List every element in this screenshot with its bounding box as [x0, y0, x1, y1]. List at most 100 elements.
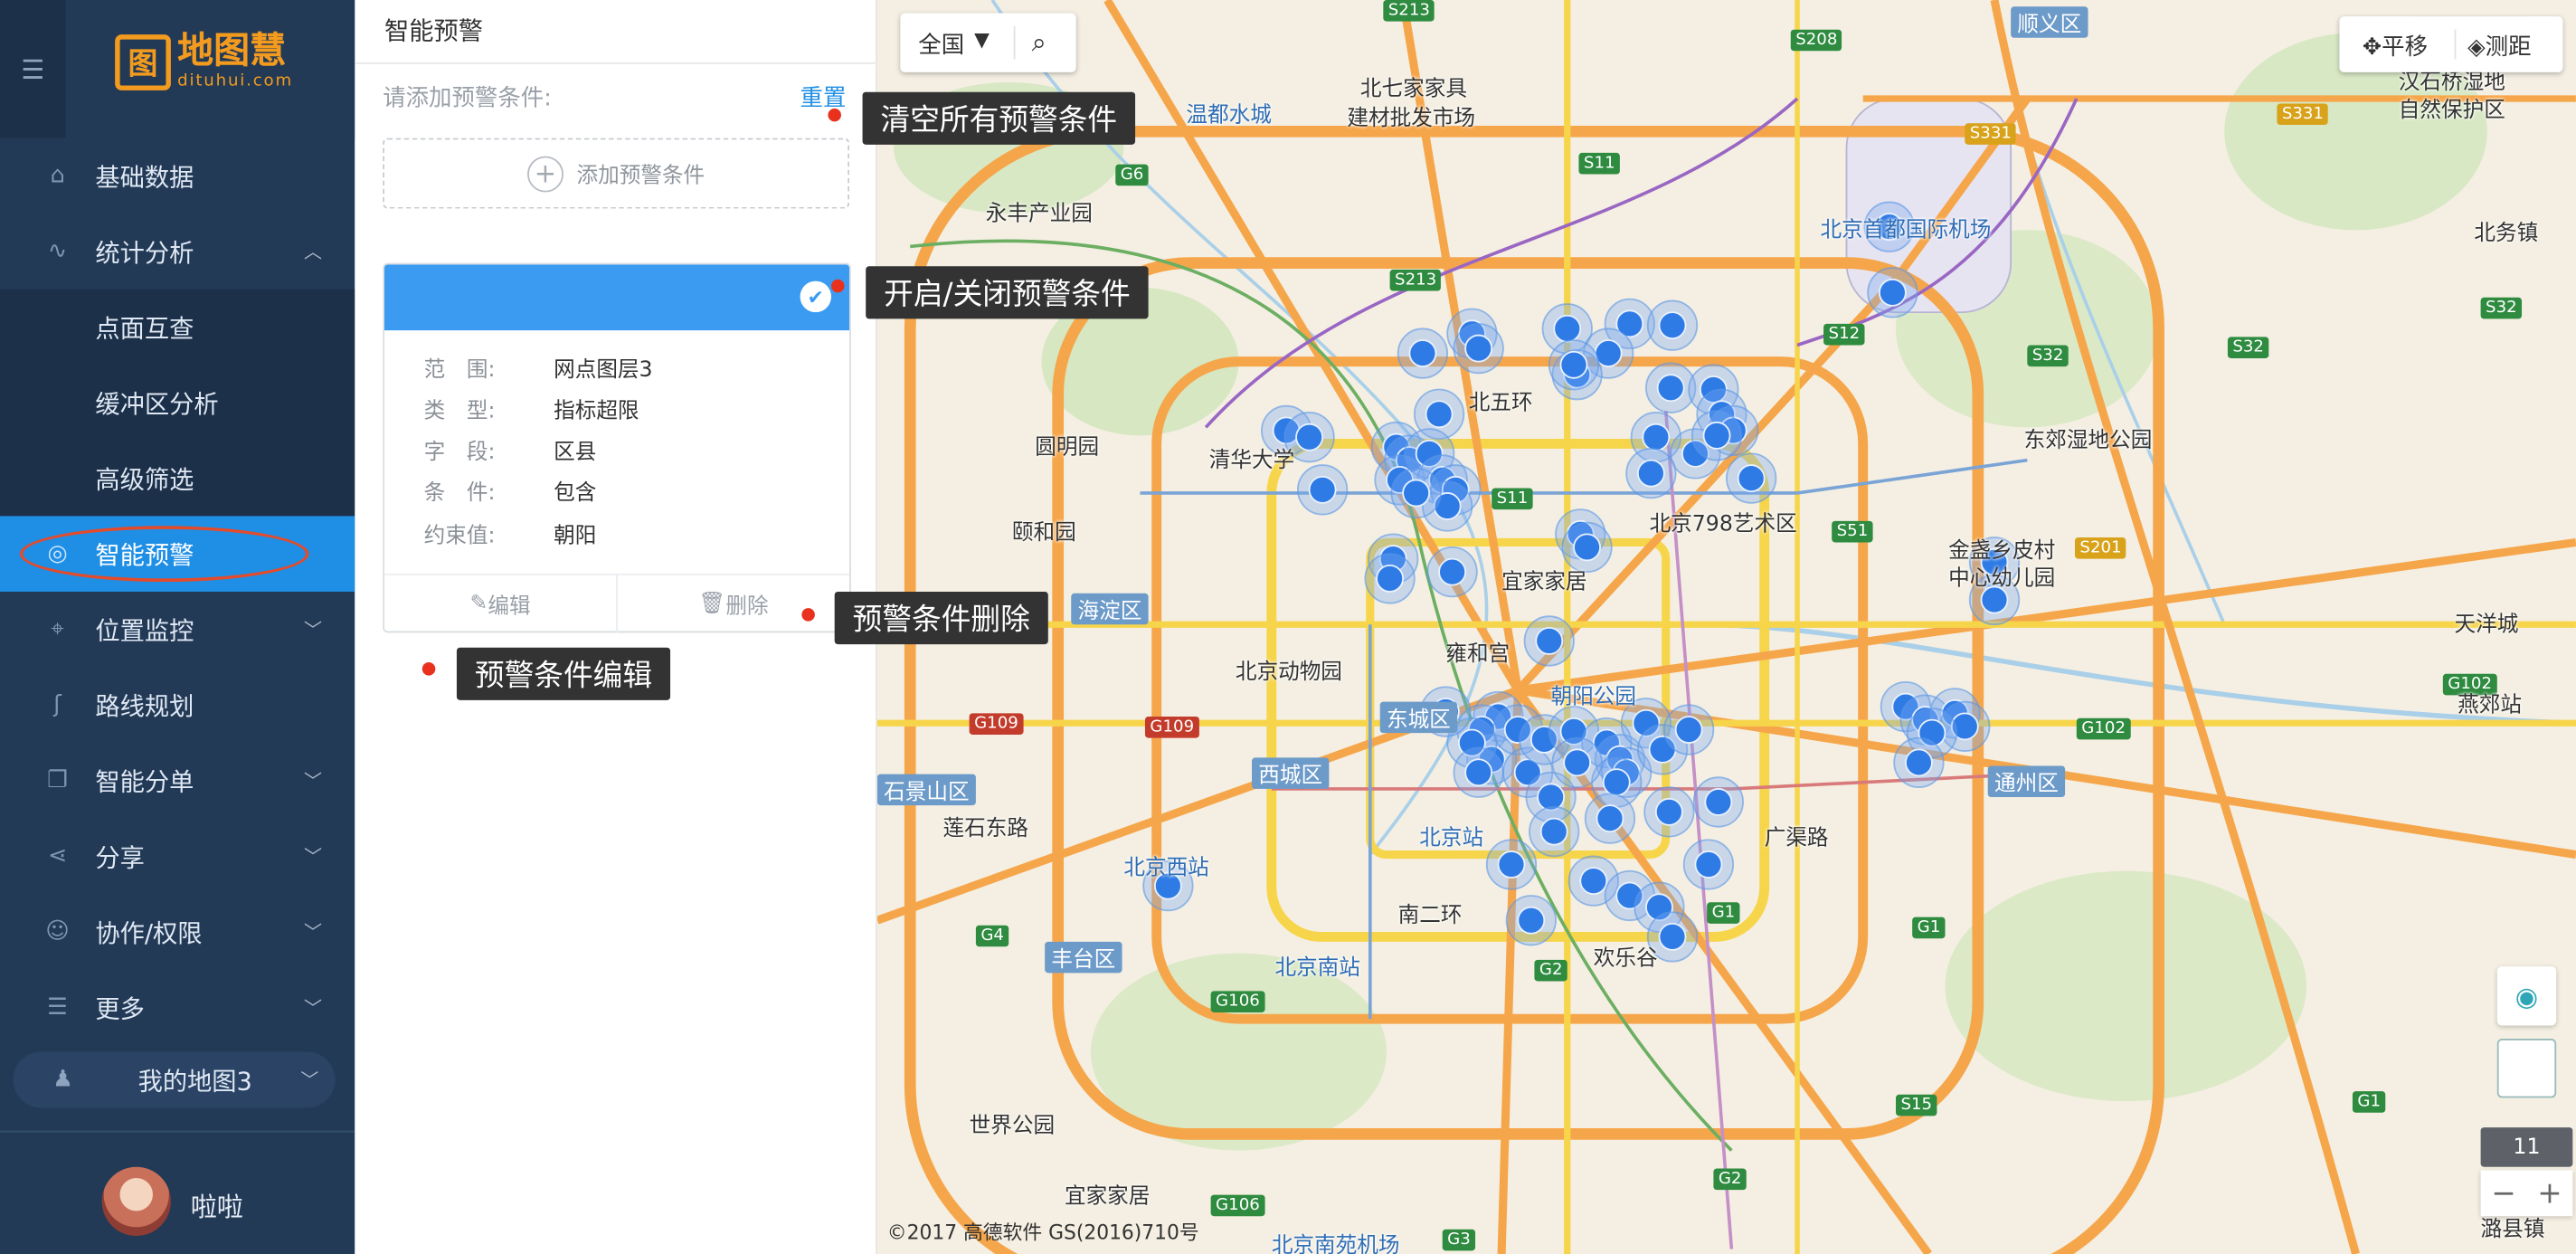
- poi-label: 清华大学: [1208, 448, 1295, 474]
- region-search[interactable]: 全国 ▼ ⌕: [900, 13, 1076, 72]
- map-marker[interactable]: [1584, 793, 1636, 844]
- callout-dot: [831, 279, 845, 293]
- logo-subtitle: dituhui.com: [177, 71, 293, 90]
- condition-card-actions: ✎ 编辑 🗑 删除: [384, 573, 850, 633]
- sidebar-item-label: 位置监控: [95, 615, 194, 645]
- logo[interactable]: 图 地图慧 dituhui.com: [115, 32, 293, 91]
- map-marker[interactable]: [1548, 339, 1600, 391]
- sidebar-item-smart-alert[interactable]: ◎ 智能预警: [0, 516, 355, 592]
- sidebar-item-advanced-filter[interactable]: 高级筛选: [0, 441, 355, 517]
- pencil-icon: ✎: [469, 591, 488, 617]
- sidebar-item-collab-permission[interactable]: ☺ 协作/权限 ﹀: [0, 894, 355, 970]
- menu-toggle-icon[interactable]: ☰: [0, 0, 66, 138]
- map-marker[interactable]: [1726, 452, 1777, 504]
- poi-label: 北京首都国际机场: [1820, 218, 1992, 243]
- map-marker[interactable]: [1296, 464, 1349, 516]
- edit-button[interactable]: ✎ 编辑: [384, 575, 616, 633]
- region-select[interactable]: 全国: [918, 28, 964, 61]
- callout-reset: 清空所有预警条件: [862, 91, 1136, 145]
- map-marker[interactable]: [1692, 776, 1745, 828]
- row-value: 包含: [554, 481, 597, 507]
- sidebar-item-point-area-query[interactable]: 点面互查: [0, 290, 355, 366]
- poi-label: 燕郊站: [2458, 693, 2523, 718]
- marker-layer: [1142, 201, 2021, 963]
- chart-line-icon: ∿: [47, 238, 68, 265]
- sidebar-item-location-monitor[interactable]: ⌖ 位置监控 ﹀: [0, 592, 355, 668]
- trash-icon: 🗑: [698, 591, 726, 617]
- poi-label: 建材批发市场: [1347, 107, 1476, 132]
- row-value: 区县: [554, 440, 597, 466]
- route-icon: ʃ: [53, 691, 62, 718]
- my-map-label: 我的地图3: [137, 1066, 252, 1096]
- user-section[interactable]: 啦啦: [0, 1130, 355, 1254]
- map-marker[interactable]: [1682, 839, 1735, 890]
- search-icon[interactable]: ⌕: [1032, 26, 1046, 59]
- map-marker[interactable]: [1893, 736, 1945, 789]
- map-marker[interactable]: [1625, 447, 1677, 499]
- road-shield: G1: [1912, 917, 1946, 939]
- caret-down-icon[interactable]: ▼: [974, 28, 990, 51]
- zoom-out-button[interactable]: −: [2481, 1170, 2527, 1216]
- district-label: 丰台区: [1045, 941, 1122, 974]
- sidebar-item-more[interactable]: ☰ 更多 ﹀: [0, 970, 355, 1046]
- divider: [1013, 26, 1016, 60]
- map-marker[interactable]: [1397, 328, 1449, 379]
- map-marker[interactable]: [1505, 895, 1557, 946]
- reset-button[interactable]: 重置: [800, 81, 847, 113]
- map-marker[interactable]: [1523, 615, 1575, 667]
- sidebar-menu: ⌂ 基础数据 ∿ 统计分析 ︿ 点面互查 缓冲区分析 高级筛选 ◎ 智能预警 ⌖…: [0, 138, 355, 1046]
- map-marker[interactable]: [1867, 267, 1918, 318]
- toggle-check-icon[interactable]: ✔: [800, 280, 832, 313]
- overview-map-toggle[interactable]: [2496, 1039, 2557, 1098]
- row-label: 字 段:: [423, 440, 496, 466]
- map-marker[interactable]: [1485, 839, 1538, 890]
- road-shield: S12: [1823, 323, 1865, 346]
- poi-label: 北七家家具: [1359, 77, 1467, 102]
- poi-label: 宜家家居: [1064, 1184, 1151, 1210]
- district-label: 海淀区: [1071, 593, 1149, 625]
- zoom-in-button[interactable]: +: [2526, 1170, 2572, 1216]
- avatar[interactable]: [101, 1166, 171, 1237]
- map-marker[interactable]: [1529, 805, 1580, 858]
- map-marker[interactable]: [1390, 467, 1442, 519]
- map-marker[interactable]: [1453, 322, 1504, 375]
- add-condition-button[interactable]: + 添加预警条件: [383, 138, 850, 209]
- road-shield: G106: [1210, 1194, 1265, 1217]
- condition-row-constraint: 约束值: 朝阳: [423, 518, 597, 549]
- poi-label: 北京西站: [1123, 856, 1209, 881]
- delete-button[interactable]: 🗑 删除: [618, 575, 849, 633]
- sidebar-item-smart-dispatch[interactable]: ❐ 智能分单 ﹀: [0, 743, 355, 819]
- sidebar-item-statistics[interactable]: ∿ 统计分析 ︿: [0, 214, 355, 290]
- poi-label: 自然保护区: [2398, 98, 2505, 124]
- divider: [355, 62, 877, 64]
- poi-label: 中心幼儿园: [1948, 566, 2056, 592]
- map-marker[interactable]: [1690, 410, 1743, 461]
- logo-mark-icon: 图: [115, 34, 171, 90]
- sidebar-item-route-planning[interactable]: ʃ 路线规划: [0, 667, 355, 743]
- sidebar-item-label: 分享: [95, 841, 145, 872]
- map-marker[interactable]: [1645, 362, 1697, 413]
- pan-label: 平移: [2382, 34, 2429, 62]
- my-map-selector[interactable]: ♟ 我的地图3 ﹀: [13, 1051, 336, 1108]
- condition-row-field: 字 段: 区县: [423, 434, 597, 466]
- map-marker[interactable]: [1551, 736, 1603, 789]
- row-label: 约束值:: [423, 524, 496, 549]
- edit-label: 编辑: [488, 594, 531, 620]
- eye-icon[interactable]: ◉: [2496, 966, 2557, 1026]
- sidebar-item-buffer-analysis[interactable]: 缓冲区分析: [0, 365, 355, 441]
- pan-button[interactable]: ✥平移: [2363, 30, 2428, 62]
- road-shield: S32: [2480, 297, 2523, 319]
- sidebar-item-basic-data[interactable]: ⌂ 基础数据: [0, 138, 355, 214]
- map-marker[interactable]: [1643, 786, 1695, 838]
- district-label: 东城区: [1379, 701, 1458, 734]
- sidebar-item-share[interactable]: ⋖ 分享 ﹀: [0, 819, 355, 895]
- map-marker[interactable]: [1453, 746, 1504, 798]
- map-marker[interactable]: [1364, 553, 1416, 604]
- zoom-controls: − +: [2480, 1170, 2573, 1217]
- map-marker[interactable]: [1426, 546, 1478, 598]
- map-marker[interactable]: [1646, 299, 1699, 351]
- measure-button[interactable]: ◈测距: [2467, 30, 2531, 62]
- map-view[interactable]: S213 S208 G6 S11 S213 S12 S32 S32 S32 S3…: [876, 0, 2576, 1254]
- statistics-submenu: 点面互查 缓冲区分析 高级筛选 ◎ 智能预警: [0, 289, 355, 592]
- map-marker[interactable]: [1663, 704, 1715, 755]
